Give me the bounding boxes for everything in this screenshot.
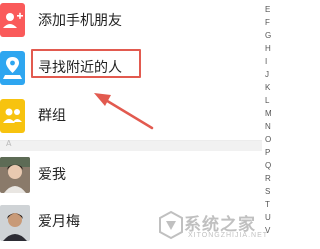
index-letter[interactable]: R [265, 173, 271, 184]
menu-add-phone-friends[interactable]: 添加手机朋友 [0, 0, 262, 45]
contact-name: 爱我 [38, 167, 66, 183]
contact-avatar [0, 157, 30, 193]
add-contact-icon [0, 3, 25, 37]
add-phone-friends-label: 添加手机朋友 [38, 13, 122, 29]
index-letter[interactable]: P [265, 147, 270, 158]
contact-row[interactable]: 爱我 [0, 151, 262, 199]
index-letter[interactable]: S [265, 186, 270, 197]
location-pin-icon [0, 51, 25, 85]
index-letter[interactable]: Q [265, 160, 271, 171]
groups-label: 群组 [38, 108, 66, 124]
index-letter[interactable]: H [265, 43, 271, 54]
section-divider [0, 141, 262, 151]
menu-groups[interactable]: 群组 [0, 92, 262, 141]
index-letter[interactable]: J [265, 69, 269, 80]
annotation-highlight-box [31, 49, 141, 78]
watermark-url: XITONGZHIJIA.NET [188, 232, 269, 239]
group-icon [0, 99, 25, 133]
index-letter[interactable]: I [265, 56, 267, 67]
watermark: 系统之家 XITONGZHIJIA.NET [158, 206, 276, 246]
watermark-logo-icon [159, 210, 183, 240]
index-letter[interactable]: E [265, 4, 270, 15]
index-letter[interactable]: M [265, 108, 272, 119]
index-letter[interactable]: G [265, 30, 271, 41]
contact-name: 爱月梅 [38, 214, 80, 230]
contact-avatar [0, 205, 30, 241]
index-letter[interactable]: F [265, 17, 270, 28]
index-letter[interactable]: K [265, 82, 270, 93]
index-letter[interactable]: O [265, 134, 271, 145]
index-letter[interactable]: L [265, 95, 269, 106]
index-letter[interactable]: N [265, 121, 271, 132]
section-letter: A [6, 139, 12, 148]
